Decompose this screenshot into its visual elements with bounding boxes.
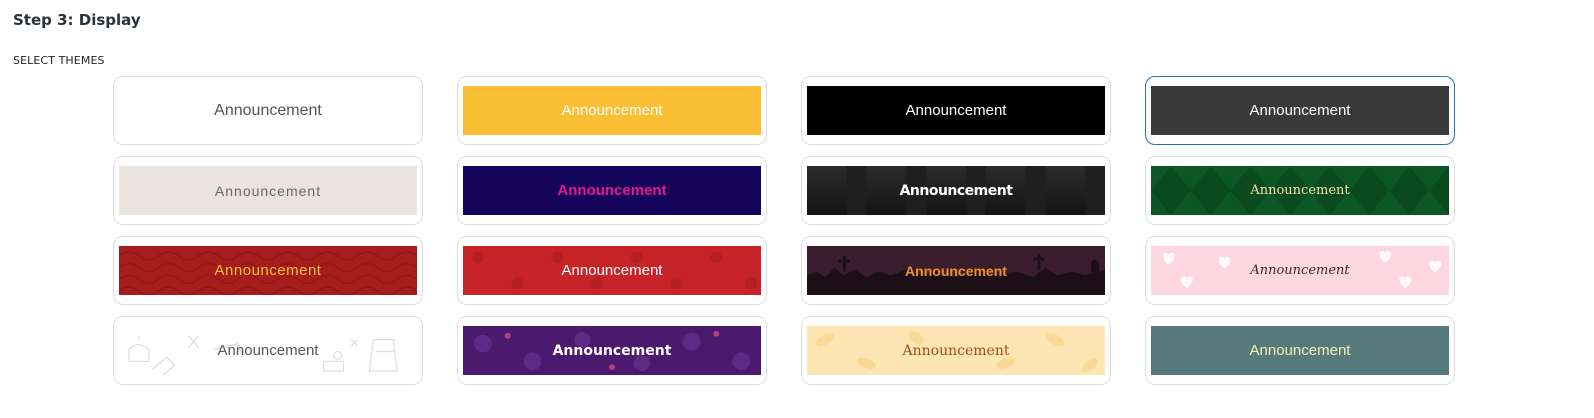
theme-card-yellow[interactable]: Announcement — [457, 76, 767, 145]
theme-preview: Announcement — [1151, 246, 1449, 295]
theme-label: Announcement — [905, 102, 1007, 119]
theme-label: Announcement — [899, 182, 1013, 199]
theme-label: Announcement — [905, 262, 1007, 279]
theme-label: Announcement — [214, 262, 322, 279]
theme-card-plain[interactable]: Announcement — [113, 76, 423, 145]
theme-preview: Announcement — [119, 166, 417, 215]
theme-preview: Announcement — [807, 246, 1105, 295]
theme-card-halloween[interactable]: Announcement — [801, 236, 1111, 305]
theme-preview: Announcement — [1151, 86, 1449, 135]
theme-card-teal[interactable]: Announcement — [1145, 316, 1455, 385]
theme-grid: Announcement Announcement Announcement A… — [113, 76, 1455, 385]
theme-card-pink-hearts[interactable]: Announcement — [1145, 236, 1455, 305]
theme-card-dark-pattern[interactable]: Announcement — [801, 156, 1111, 225]
theme-label: Announcement — [902, 342, 1010, 359]
theme-card-autumn-leaves[interactable]: Announcement — [801, 316, 1111, 385]
theme-label: Announcement — [561, 262, 663, 279]
theme-preview: Announcement — [807, 326, 1105, 375]
theme-card-red-waves[interactable]: Announcement — [113, 236, 423, 305]
theme-card-school-sketch[interactable]: Announcement — [113, 316, 423, 385]
theme-preview: Announcement — [463, 326, 761, 375]
theme-card-black[interactable]: Announcement — [801, 76, 1111, 145]
theme-label: Announcement — [214, 101, 322, 119]
theme-card-beige[interactable]: Announcement — [113, 156, 423, 225]
theme-label: Announcement — [1249, 102, 1351, 119]
theme-label: Announcement — [214, 182, 322, 199]
theme-preview: Announcement — [119, 326, 417, 375]
theme-label: Announcement — [1250, 183, 1350, 198]
section-label: SELECT THEMES — [13, 54, 105, 67]
theme-preview: Announcement — [807, 166, 1105, 215]
step-title: Step 3: Display — [13, 11, 141, 29]
theme-label: Announcement — [1249, 342, 1351, 359]
theme-card-green-diamonds[interactable]: Announcement — [1145, 156, 1455, 225]
theme-label: Announcement — [552, 342, 672, 359]
theme-label: Announcement — [561, 102, 663, 119]
theme-preview: Announcement — [463, 86, 761, 135]
theme-preview: Announcement — [119, 246, 417, 295]
theme-card-charcoal[interactable]: Announcement — [1145, 76, 1455, 145]
theme-preview: Announcement — [463, 246, 761, 295]
theme-label: Announcement — [557, 182, 667, 199]
theme-preview: Announcement — [1151, 166, 1449, 215]
theme-card-navy[interactable]: Announcement — [457, 156, 767, 225]
theme-label: Announcement — [217, 342, 319, 359]
theme-label: Announcement — [1250, 263, 1350, 278]
theme-preview: Announcement — [119, 86, 417, 135]
theme-preview: Announcement — [1151, 326, 1449, 375]
theme-card-purple-skulls[interactable]: Announcement — [457, 316, 767, 385]
theme-preview: Announcement — [463, 166, 761, 215]
theme-card-red-flowers[interactable]: Announcement — [457, 236, 767, 305]
theme-preview: Announcement — [807, 86, 1105, 135]
